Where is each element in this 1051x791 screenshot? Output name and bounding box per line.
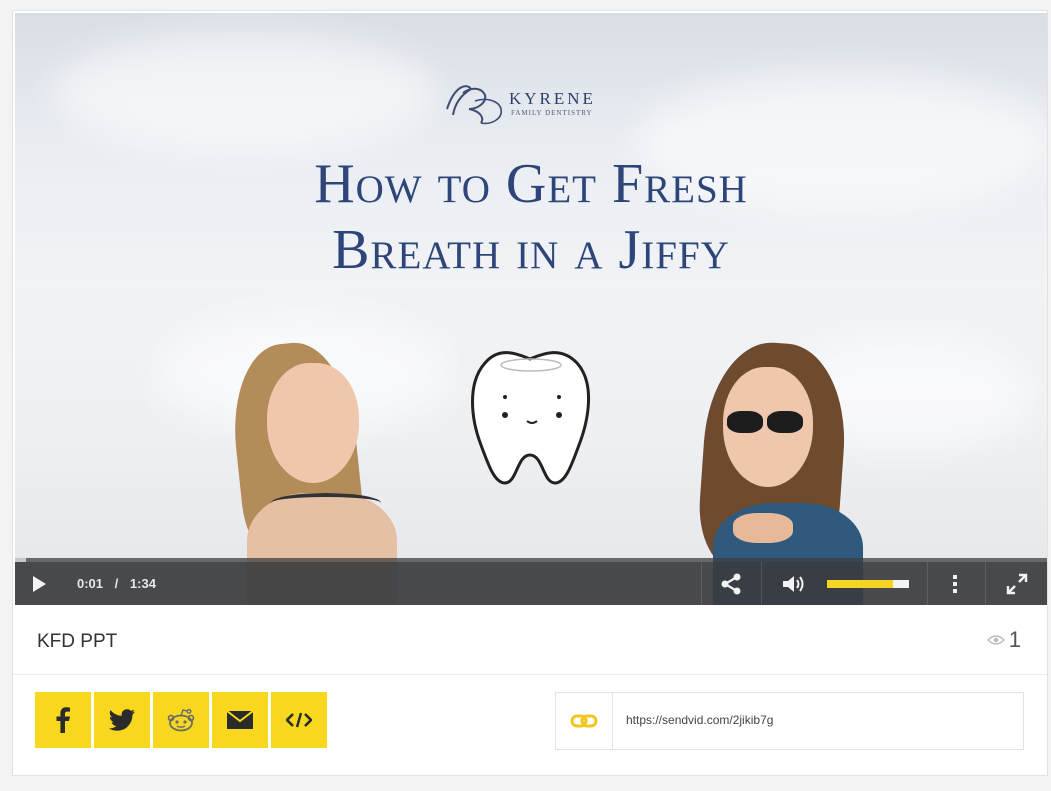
video-headline: How to Get Fresh Breath in a Jiffy (15, 151, 1047, 283)
play-button[interactable] (19, 562, 59, 605)
view-count-value: 1 (1008, 627, 1021, 652)
twitter-icon (109, 709, 135, 731)
share-button[interactable] (705, 562, 757, 605)
time-display: 0:01 / 1:34 (77, 576, 156, 591)
video-player[interactable]: KYRENE FAMILY DENTISTRY How to Get Fresh… (15, 13, 1047, 605)
current-time: 0:01 (77, 576, 104, 591)
share-link-text[interactable]: https://sendvid.com/2jikib7g (626, 713, 773, 727)
link-icon (556, 693, 613, 749)
volume-slider[interactable] (827, 580, 909, 588)
share-buttons (35, 692, 327, 748)
volume-button[interactable] (771, 562, 817, 605)
brand-subtitle: FAMILY DENTISTRY (511, 109, 593, 117)
tooth-illustration (455, 341, 605, 491)
divider (927, 562, 928, 605)
eye-icon (986, 635, 1005, 645)
email-share-button[interactable] (212, 692, 268, 748)
more-vertical-icon (953, 574, 957, 593)
facebook-icon (56, 707, 70, 733)
facebook-share-button[interactable] (35, 692, 91, 748)
duration: 1:34 (129, 576, 156, 591)
more-options-button[interactable] (933, 562, 977, 605)
monogram-logo (441, 79, 507, 127)
fullscreen-button[interactable] (991, 562, 1043, 605)
share-link-field[interactable]: https://sendvid.com/2jikib7g (555, 692, 1024, 750)
fullscreen-icon (1006, 573, 1028, 594)
embed-icon (286, 712, 312, 728)
volume-fill (827, 580, 893, 588)
divider (13, 674, 1047, 675)
time-separator: / (114, 576, 119, 591)
view-count: 1 (986, 627, 1021, 653)
email-icon (226, 710, 254, 729)
reddit-share-button[interactable] (153, 692, 209, 748)
headline-line: Breath in a Jiffy (332, 219, 730, 281)
share-icon (721, 573, 741, 594)
cloud (55, 33, 435, 153)
brand-name: KYRENE (509, 89, 596, 108)
divider (985, 562, 986, 605)
video-title: KFD PPT (37, 631, 118, 652)
headline-line: How to Get Fresh (314, 153, 748, 215)
divider (761, 562, 762, 605)
video-card: KYRENE FAMILY DENTISTRY How to Get Fresh… (12, 10, 1048, 776)
twitter-share-button[interactable] (94, 692, 150, 748)
divider (701, 562, 702, 605)
play-icon (33, 575, 46, 592)
embed-share-button[interactable] (271, 692, 327, 748)
player-controls: 0:01 / 1:34 (15, 562, 1047, 605)
reddit-icon (167, 708, 195, 732)
volume-icon (783, 575, 804, 592)
